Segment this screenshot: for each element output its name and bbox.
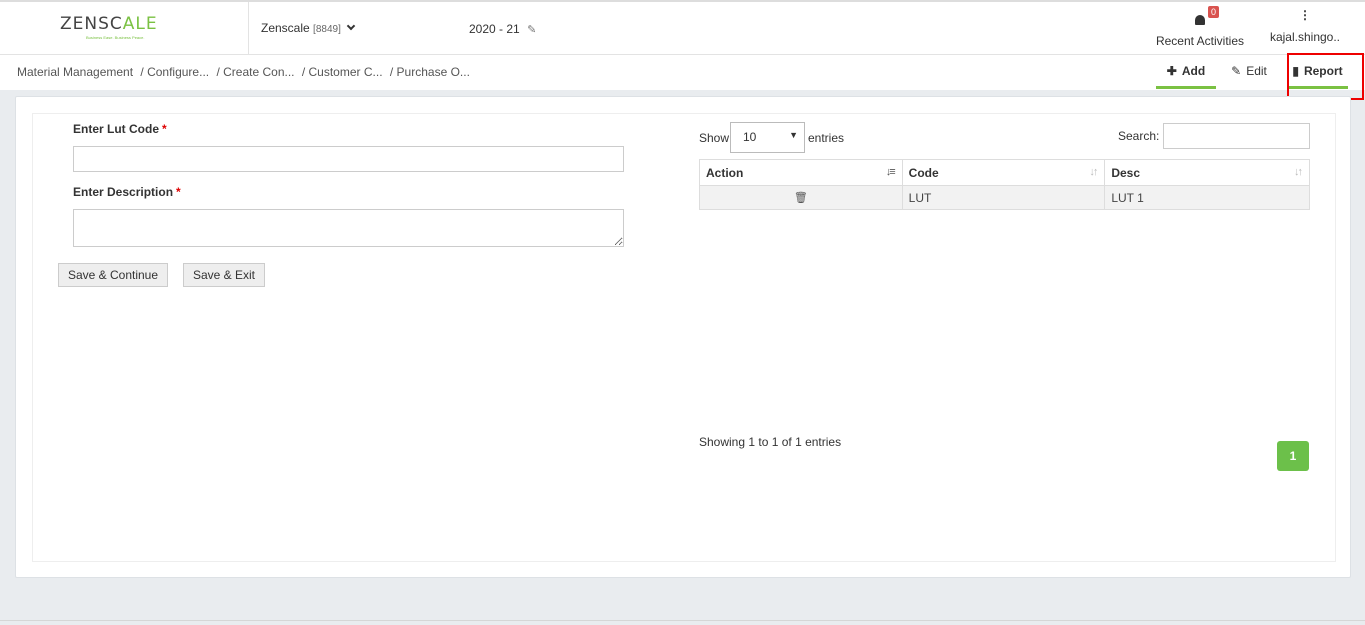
header-divider: [248, 2, 249, 56]
edit-tab[interactable]: ✎ Edit: [1224, 55, 1274, 89]
footer-divider: [0, 620, 1365, 621]
plus-icon: ✚: [1166, 64, 1177, 78]
breadcrumb-item[interactable]: / Purchase O...: [390, 65, 470, 79]
save-exit-button[interactable]: Save & Exit: [183, 263, 265, 287]
required-mark: *: [176, 185, 181, 199]
edit-icon: ✎: [1231, 64, 1242, 78]
kebab-menu-icon: ⋮: [1299, 8, 1311, 22]
column-header-code[interactable]: Code ↓↑: [901, 159, 1106, 186]
pagination-page-1[interactable]: 1: [1277, 441, 1309, 471]
logo-tagline: Business Ease. Business Peace.: [86, 35, 145, 40]
bell-icon: [1195, 15, 1205, 25]
breadcrumb-item[interactable]: Material Management: [17, 65, 133, 79]
user-menu[interactable]: ⋮ kajal.shingo..: [1265, 8, 1345, 44]
username: kajal.shingo..: [1269, 30, 1341, 44]
save-continue-button[interactable]: Save & Continue: [58, 263, 168, 287]
action-cell: 🗑: [699, 185, 903, 210]
recent-activities-button[interactable]: 0 Recent Activities: [1150, 6, 1250, 48]
breadcrumb-item[interactable]: / Configure...: [140, 65, 209, 79]
breadcrumb-item[interactable]: / Customer C...: [302, 65, 383, 79]
fiscal-year-label: 2020 - 21: [469, 22, 520, 36]
code-cell: LUT: [901, 185, 1106, 210]
desc-cell: LUT 1: [1104, 185, 1310, 210]
search-label: Search:: [1118, 129, 1160, 143]
company-code: [8849]: [313, 24, 341, 35]
zenscale-logo[interactable]: ZENSCALE Business Ease. Business Peace.: [60, 14, 190, 44]
sort-icon: ↓↑: [1089, 166, 1098, 178]
sort-icon: ↓↑: [1294, 166, 1303, 178]
table-info: Showing 1 to 1 of 1 entries: [699, 435, 842, 449]
page-size-select[interactable]: 10 ▼: [730, 122, 805, 153]
lut-code-input[interactable]: [73, 146, 624, 172]
company-name: Zenscale: [261, 21, 310, 35]
breadcrumb-bar: Material Management / Configure... / Cre…: [0, 55, 1365, 90]
breadcrumb: Material Management / Configure... / Cre…: [17, 65, 474, 79]
dropdown-arrow-icon: ▼: [789, 130, 798, 140]
main-card: Enter Lut Code * Enter Description * Save …: [15, 96, 1351, 578]
table-row: 🗑 LUT LUT 1: [699, 185, 1310, 210]
fiscal-year-selector[interactable]: 2020 - 21 ✎: [469, 22, 536, 36]
edit-icon: ✎: [527, 24, 537, 36]
lut-code-label: Enter Lut Code *: [73, 122, 167, 136]
required-mark: *: [162, 122, 167, 136]
description-label: Enter Description *: [73, 185, 181, 199]
breadcrumb-item[interactable]: / Create Con...: [216, 65, 294, 79]
content-panel: Enter Lut Code * Enter Description * Save …: [32, 113, 1336, 562]
entries-label: entries: [808, 131, 845, 145]
notification-badge: 0: [1208, 6, 1220, 18]
add-tab[interactable]: ✚ Add: [1156, 55, 1216, 89]
chevron-down-icon: [346, 21, 356, 31]
recent-activities-label: Recent Activities: [1155, 34, 1245, 48]
column-header-action[interactable]: Action ↓≡: [699, 159, 903, 186]
description-textarea[interactable]: [73, 209, 624, 247]
top-header: ZENSCALE Business Ease. Business Peace. …: [0, 0, 1365, 56]
show-label: Show: [699, 131, 730, 145]
trash-icon[interactable]: 🗑: [706, 191, 896, 204]
report-highlight-box: [1287, 53, 1364, 100]
sort-icon: ↓≡: [885, 166, 896, 178]
search-input[interactable]: [1163, 123, 1310, 149]
column-header-desc[interactable]: Desc ↓↑: [1104, 159, 1310, 186]
lut-table: Action ↓≡ Code ↓↑ Desc ↓↑ 🗑 LUT LUT 1: [699, 159, 1310, 210]
company-selector[interactable]: Zenscale [8849]: [261, 21, 356, 35]
